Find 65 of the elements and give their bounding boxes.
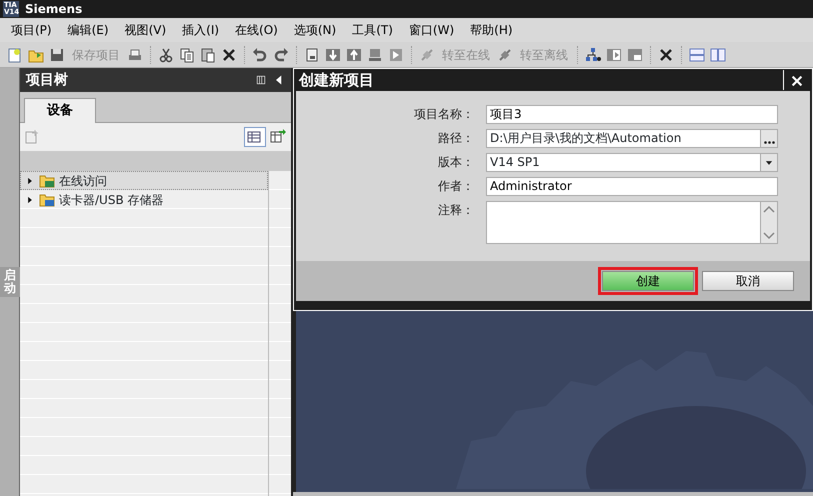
plug-icon xyxy=(419,46,435,62)
dropdown[interactable]: V14 SP1 xyxy=(486,153,778,172)
panel-title: 项目树 xyxy=(26,70,68,90)
field-label: 版本： xyxy=(437,154,475,171)
toolbar-button[interactable] xyxy=(199,46,217,64)
tree-item[interactable]: 在线访问 xyxy=(20,171,268,190)
toolbar-button[interactable] xyxy=(178,46,196,64)
menu-item[interactable]: 帮助(H) xyxy=(462,21,521,39)
network-icon xyxy=(585,46,601,62)
add-device-icon xyxy=(24,129,40,145)
menu-item[interactable]: 项目(P) xyxy=(3,21,60,39)
field-label: 注释： xyxy=(437,202,475,219)
delete-icon xyxy=(221,46,237,62)
scrollbar[interactable] xyxy=(760,202,777,243)
browse-button[interactable] xyxy=(760,130,777,147)
comment-field[interactable] xyxy=(486,201,778,244)
computer-icon xyxy=(367,46,383,62)
scissors-icon xyxy=(158,46,174,62)
menu-item[interactable]: 编辑(E) xyxy=(60,21,117,39)
tree-item-label: 在线访问 xyxy=(59,172,107,190)
field-label: 路径： xyxy=(437,130,475,147)
panel-icon xyxy=(627,46,643,62)
menu-item[interactable]: 选项(N) xyxy=(286,21,344,39)
menu-item[interactable]: 插入(I) xyxy=(174,21,228,39)
folder-icon xyxy=(39,192,55,208)
tree-item-label: 读卡器/USB 存储器 xyxy=(59,192,164,208)
menu-item[interactable]: 工具(T) xyxy=(344,21,401,39)
undo-icon xyxy=(252,46,268,62)
new-document-icon xyxy=(7,46,23,62)
split-vertical-icon xyxy=(710,46,726,62)
field-label: 作者： xyxy=(437,178,475,195)
folder-icon xyxy=(39,172,55,188)
panel-tab[interactable]: 设备 xyxy=(24,98,96,123)
columns-icon xyxy=(255,74,267,86)
panel-icon xyxy=(606,46,622,62)
toolbar-button[interactable] xyxy=(251,46,269,64)
table-arrow-icon xyxy=(270,128,286,144)
download-icon xyxy=(325,46,341,62)
ellipsis-icon xyxy=(764,141,774,144)
dialog-title: 创建新项目 xyxy=(299,70,374,91)
redo-icon xyxy=(273,46,289,62)
table-icon xyxy=(246,129,262,145)
export-button[interactable] xyxy=(269,127,287,145)
toolbar-button[interactable] xyxy=(272,46,290,64)
input-field[interactable]: 项目3 xyxy=(486,105,778,124)
close-icon xyxy=(658,46,674,62)
dialog-button[interactable]: 取消 xyxy=(702,271,794,291)
paste-icon xyxy=(200,46,216,62)
menu-item[interactable]: 视图(V) xyxy=(116,21,174,39)
upload-icon xyxy=(346,46,362,62)
tree-item[interactable]: 读卡器/USB 存储器 xyxy=(20,190,268,209)
view-toggle-button[interactable] xyxy=(244,127,266,147)
close-icon xyxy=(790,74,804,88)
dropdown-button[interactable] xyxy=(760,154,777,171)
menu-item[interactable]: 在线(O) xyxy=(227,21,286,39)
split-horizontal-icon xyxy=(689,46,705,62)
copy-icon xyxy=(179,46,195,62)
printer-icon xyxy=(127,46,143,62)
menu-item[interactable]: 窗口(W) xyxy=(400,21,462,39)
toolbar-button[interactable] xyxy=(584,46,602,64)
plug-icon xyxy=(497,46,513,62)
input-field[interactable]: Administrator xyxy=(486,177,778,196)
window-title: Siemens xyxy=(25,1,82,18)
field-label: 项目名称： xyxy=(413,106,475,123)
input-field[interactable]: D:\用户目录\我的文档\Automation xyxy=(486,129,778,148)
